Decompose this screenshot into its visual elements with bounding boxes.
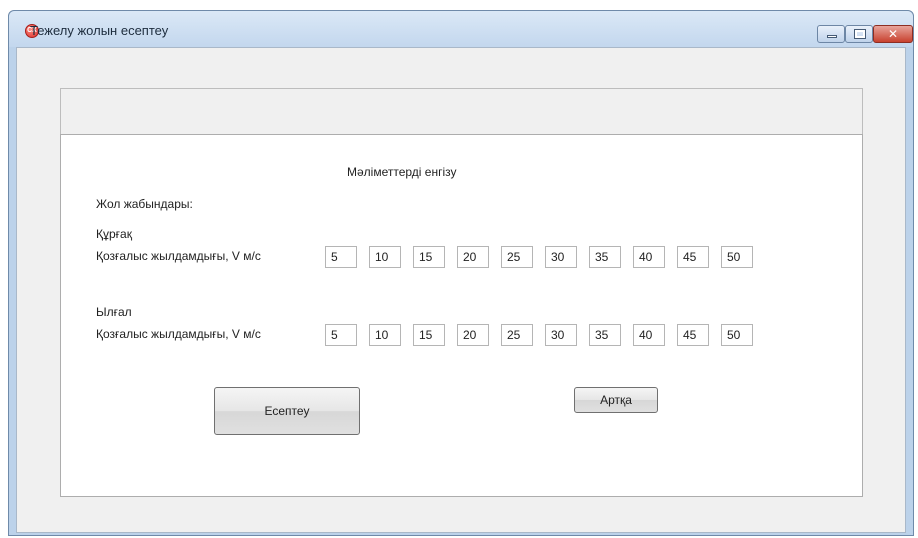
dry-speed-input-6[interactable] bbox=[545, 246, 577, 268]
dry-speed-input-7[interactable] bbox=[589, 246, 621, 268]
dry-speed-input-4[interactable] bbox=[457, 246, 489, 268]
close-button[interactable]: ✕ bbox=[873, 25, 913, 43]
maximize-button[interactable] bbox=[845, 25, 873, 43]
close-icon: ✕ bbox=[887, 27, 899, 41]
wet-speed-input-9[interactable] bbox=[677, 324, 709, 346]
wet-speed-input-3[interactable] bbox=[413, 324, 445, 346]
minimize-button[interactable] bbox=[817, 25, 845, 43]
window-title: Тежелу жолын есептеу bbox=[30, 23, 169, 38]
dry-speed-input-3[interactable] bbox=[413, 246, 445, 268]
header-banner bbox=[60, 88, 863, 135]
dry-speed-inputs bbox=[325, 246, 753, 268]
wet-surface-label: Ылғал bbox=[96, 305, 132, 319]
wet-speed-inputs bbox=[325, 324, 753, 346]
dry-speed-input-2[interactable] bbox=[369, 246, 401, 268]
form-heading: Мәліметтерді енгізу bbox=[347, 165, 457, 179]
app-window: CX Тежелу жолын есептеу ✕ Мәліметтерді е… bbox=[8, 10, 914, 536]
wet-speed-input-10[interactable] bbox=[721, 324, 753, 346]
wet-speed-label: Қозғалыс жылдамдығы, V м/с bbox=[96, 327, 261, 341]
dry-speed-input-9[interactable] bbox=[677, 246, 709, 268]
title-bar[interactable]: CX Тежелу жолын есептеу ✕ bbox=[9, 11, 913, 47]
dry-surface-label: Құрғақ bbox=[96, 227, 132, 241]
wet-speed-input-7[interactable] bbox=[589, 324, 621, 346]
wet-speed-input-5[interactable] bbox=[501, 324, 533, 346]
calculate-button[interactable]: Есептеу bbox=[214, 387, 360, 435]
dry-speed-input-1[interactable] bbox=[325, 246, 357, 268]
input-panel: Мәліметтерді енгізу Жол жабындары: Құрға… bbox=[60, 134, 863, 497]
road-surface-label: Жол жабындары: bbox=[96, 197, 193, 211]
dry-speed-input-5[interactable] bbox=[501, 246, 533, 268]
minimize-icon bbox=[818, 26, 844, 42]
wet-speed-input-6[interactable] bbox=[545, 324, 577, 346]
dry-speed-label: Қозғалыс жылдамдығы, V м/с bbox=[96, 249, 261, 263]
client-area: Мәліметтерді енгізу Жол жабындары: Құрға… bbox=[16, 47, 906, 533]
wet-speed-input-4[interactable] bbox=[457, 324, 489, 346]
wet-speed-input-2[interactable] bbox=[369, 324, 401, 346]
back-button[interactable]: Артқа bbox=[574, 387, 658, 413]
dry-speed-input-10[interactable] bbox=[721, 246, 753, 268]
wet-speed-input-1[interactable] bbox=[325, 324, 357, 346]
maximize-icon bbox=[846, 26, 872, 42]
dry-speed-input-8[interactable] bbox=[633, 246, 665, 268]
wet-speed-input-8[interactable] bbox=[633, 324, 665, 346]
